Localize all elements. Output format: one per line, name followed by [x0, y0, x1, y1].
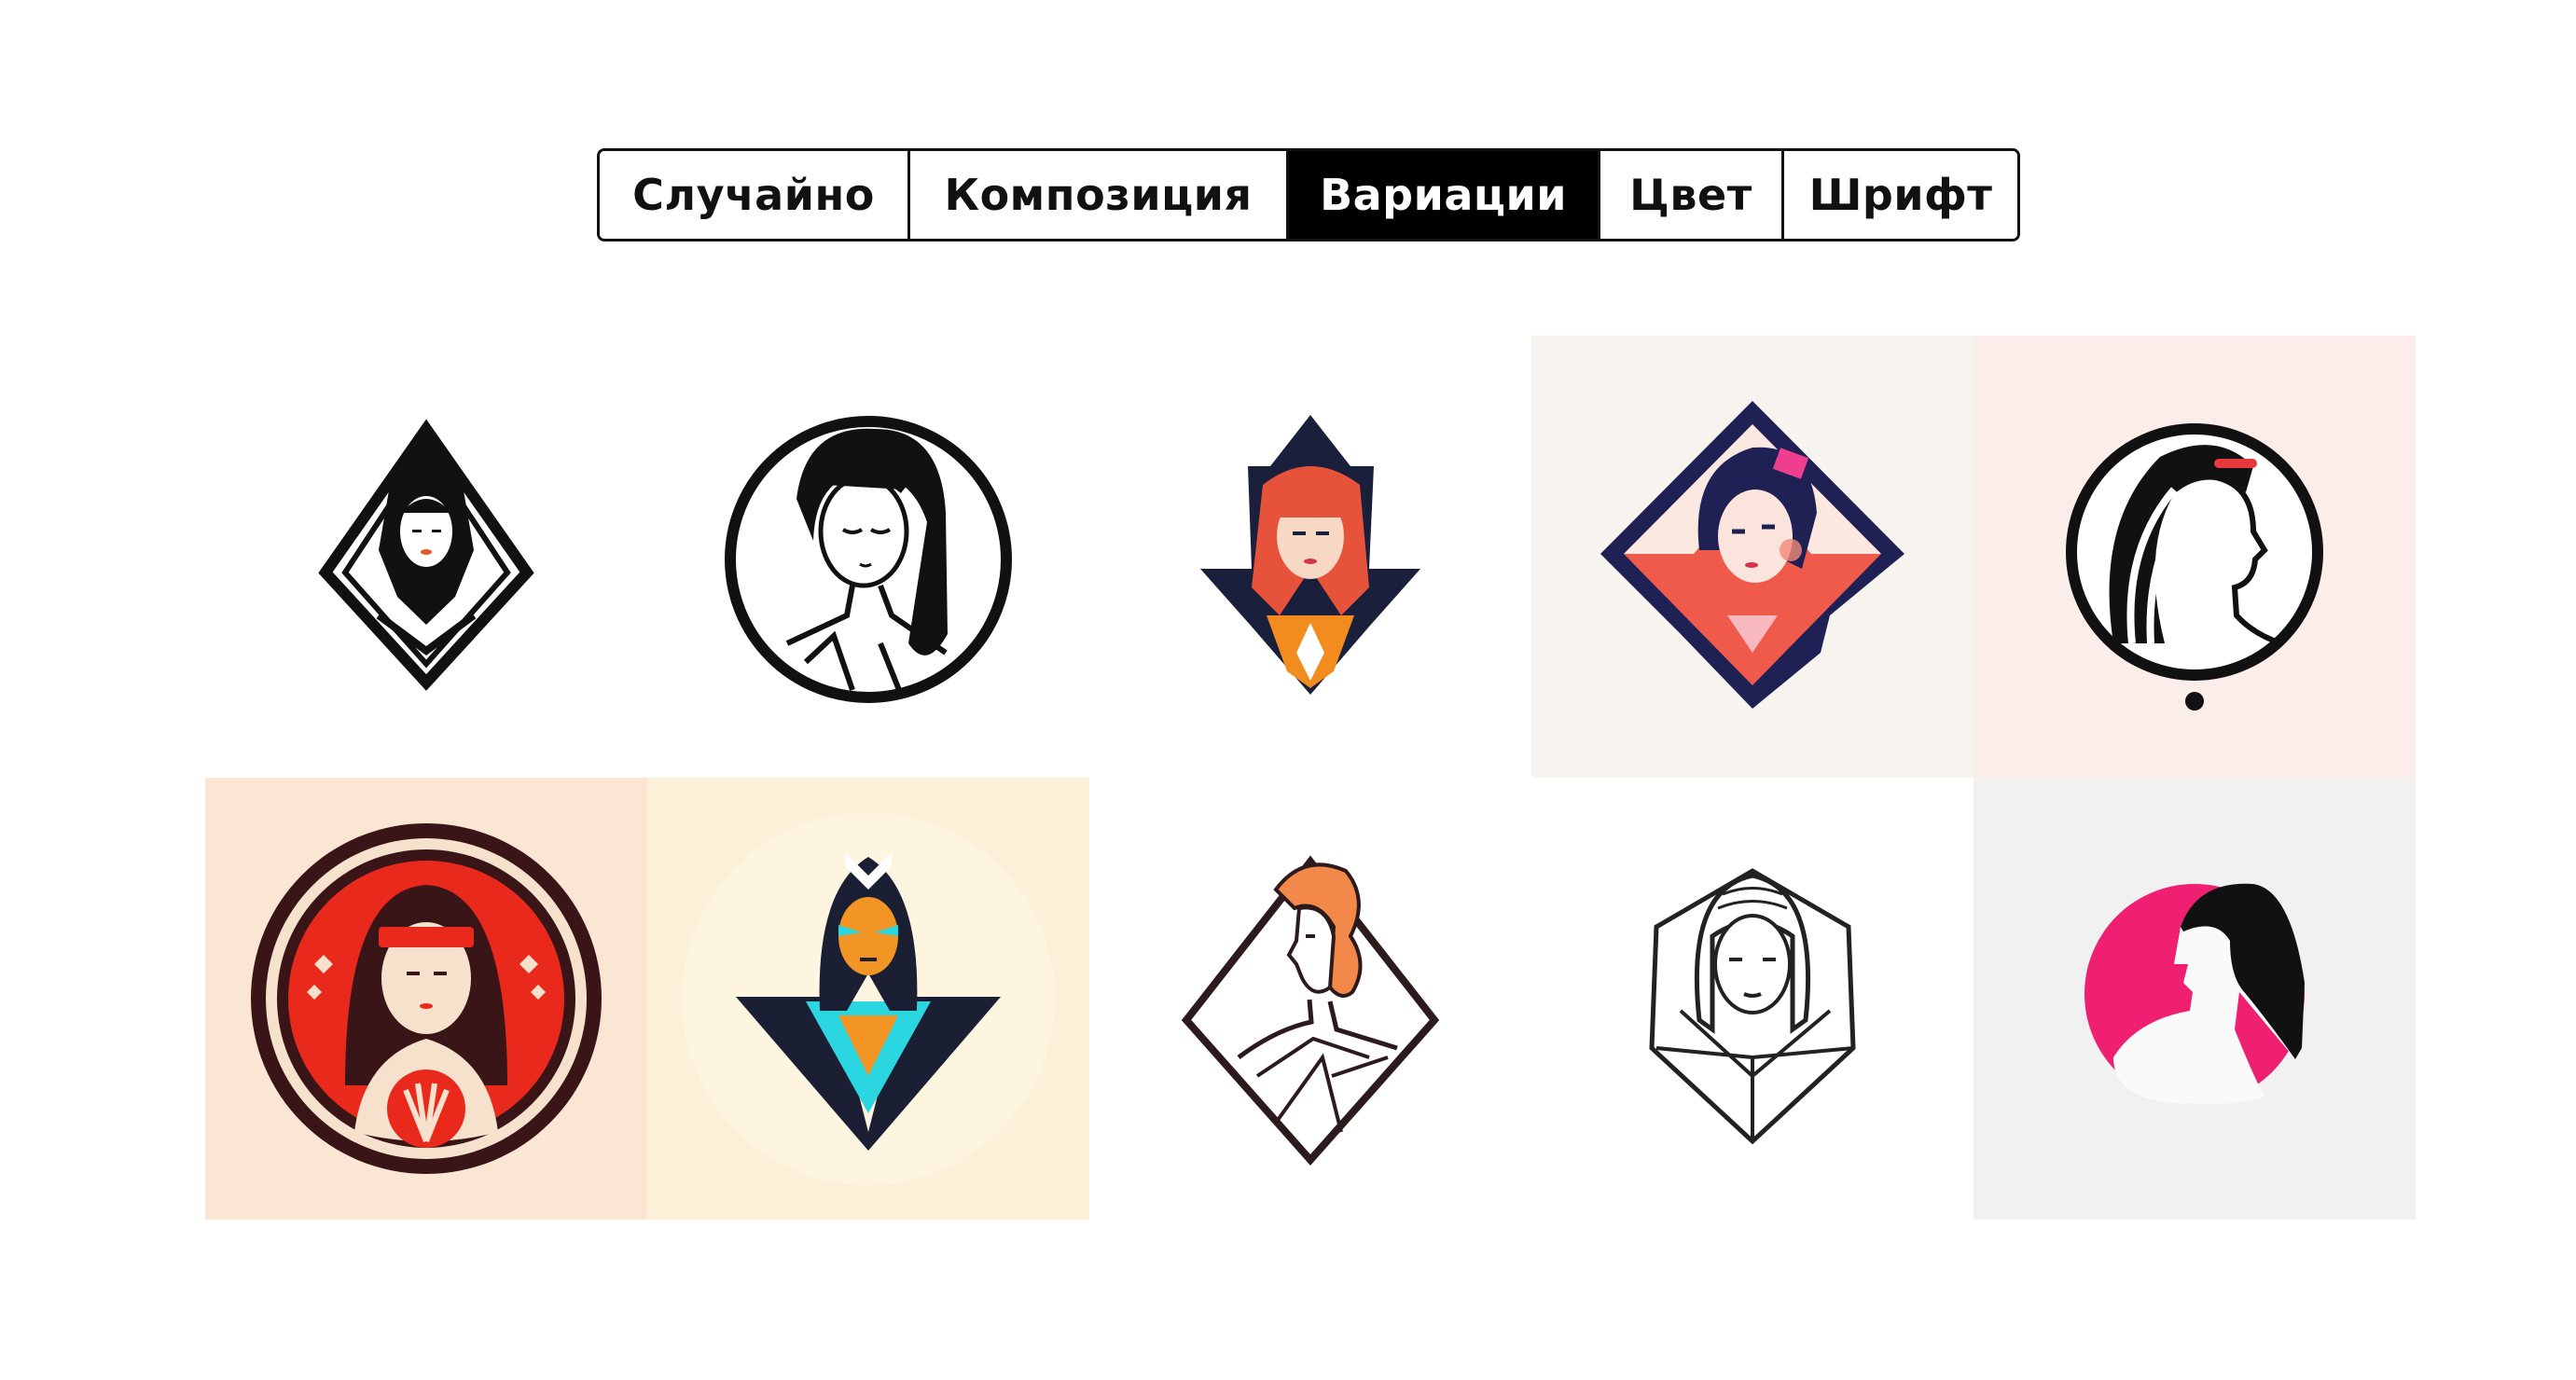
logo-tile[interactable] [1089, 336, 1531, 778]
logo-tile[interactable] [1531, 336, 1974, 778]
tab-composition[interactable]: Композиция [910, 151, 1289, 239]
logo-tile[interactable] [1974, 778, 2416, 1220]
logo-tile[interactable] [647, 336, 1089, 778]
tab-color[interactable]: Цвет [1600, 151, 1784, 239]
woman-red-circle-logo-icon [251, 823, 602, 1174]
logo-gallery [205, 336, 2416, 1220]
logo-tile[interactable] [647, 778, 1089, 1220]
woman-hexagon-logo-icon [1649, 868, 1856, 1145]
hero-woman-logo-icon [682, 812, 1055, 1185]
variation-tabs: Случайно Композиция Вариации Цвет Шрифт [597, 148, 2020, 242]
logo-tile[interactable] [1089, 778, 1531, 1220]
tab-random[interactable]: Случайно [600, 151, 910, 239]
woman-profile-circle-logo-icon [2066, 423, 2323, 711]
tab-variations[interactable]: Вариации [1289, 151, 1600, 239]
woman-diamond-color-logo-icon [1600, 401, 1904, 709]
woman-diamond-logo-icon [318, 419, 534, 691]
warrior-woman-logo-icon [1200, 415, 1420, 695]
logo-tile[interactable] [205, 778, 647, 1220]
logo-tile[interactable] [1974, 336, 2416, 778]
woman-circle-logo-icon [725, 416, 1012, 703]
woman-outline-diamond-logo-icon [1181, 855, 1440, 1166]
woman-pink-circle-logo-icon [2084, 883, 2305, 1105]
tab-font[interactable]: Шрифт [1784, 151, 2017, 239]
logo-tile[interactable] [1531, 778, 1974, 1220]
logo-tile[interactable] [205, 336, 647, 778]
